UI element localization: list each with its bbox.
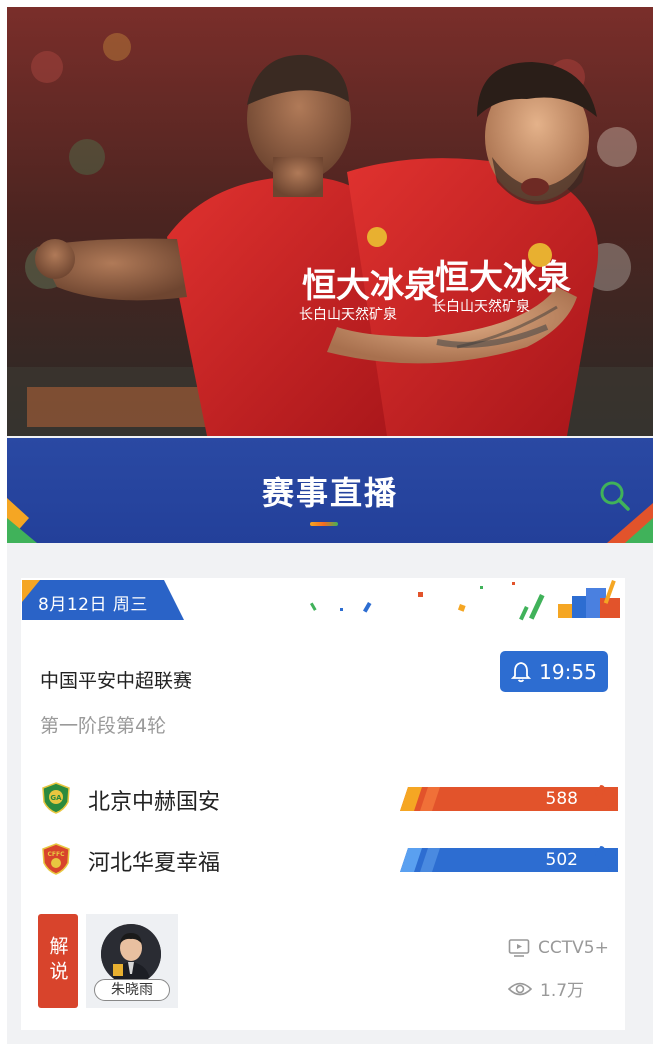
broadcast-channel: CCTV5+ bbox=[508, 938, 609, 958]
channel-name: CCTV5+ bbox=[538, 938, 609, 958]
jersey-subtext-right: 长白山天然矿泉 bbox=[432, 298, 530, 315]
tv-icon bbox=[508, 939, 530, 957]
commentator-avatar bbox=[101, 924, 161, 984]
home-vote-count: 588 bbox=[545, 789, 578, 809]
jersey-text-left: 恒大冰泉 bbox=[302, 266, 438, 306]
league-name: 中国平安中超联赛 bbox=[40, 670, 193, 692]
thumbs-up-icon[interactable] bbox=[588, 783, 616, 811]
beijing-guoan-logo-icon: GA bbox=[42, 782, 70, 814]
commentator-name: 朱晓雨 bbox=[94, 979, 170, 1001]
commentator-portrait bbox=[101, 924, 161, 984]
eye-icon bbox=[508, 982, 532, 995]
view-count: 1.7万 bbox=[508, 976, 584, 1001]
hebei-cffc-logo-icon: CFFC bbox=[42, 843, 70, 875]
search-icon[interactable] bbox=[597, 478, 633, 514]
bell-icon bbox=[511, 661, 532, 682]
match-round: 第一阶段第4轮 bbox=[40, 715, 167, 737]
hero-illustration: 恒大冰泉 长白山天然矿泉 恒大冰泉 长白山天然矿泉 bbox=[7, 7, 653, 436]
banner-underline bbox=[310, 522, 338, 526]
reminder-time-button[interactable]: 19:55 bbox=[500, 651, 608, 692]
svg-text:CFFC: CFFC bbox=[47, 851, 65, 858]
thumbs-up-icon[interactable] bbox=[588, 844, 616, 872]
match-time: 19:55 bbox=[539, 659, 597, 684]
away-vote-count: 502 bbox=[545, 850, 578, 870]
view-count-value: 1.7万 bbox=[540, 981, 585, 1001]
banner-title: 赛事直播 bbox=[261, 474, 398, 512]
jersey-subtext-left: 长白山天然矿泉 bbox=[299, 306, 397, 323]
live-events-banner: 赛事直播 bbox=[7, 438, 653, 543]
confetti-decoration bbox=[310, 580, 620, 621]
hero-photo: 恒大冰泉 长白山天然矿泉 恒大冰泉 长白山天然矿泉 bbox=[7, 7, 653, 436]
svg-text:GA: GA bbox=[50, 794, 62, 802]
match-date: 8月12日 周三 bbox=[38, 595, 148, 615]
commentary-tag: 解说 bbox=[38, 914, 78, 1008]
jersey-text-right: 恒大冰泉 bbox=[435, 258, 571, 298]
team-row-home: GA 北京中赫国安 588 bbox=[40, 780, 618, 816]
team-row-away: CFFC 河北华夏幸福 502 bbox=[40, 841, 618, 877]
away-team-name: 河北华夏幸福 bbox=[88, 851, 221, 876]
home-team-name: 北京中赫国安 bbox=[88, 790, 221, 815]
